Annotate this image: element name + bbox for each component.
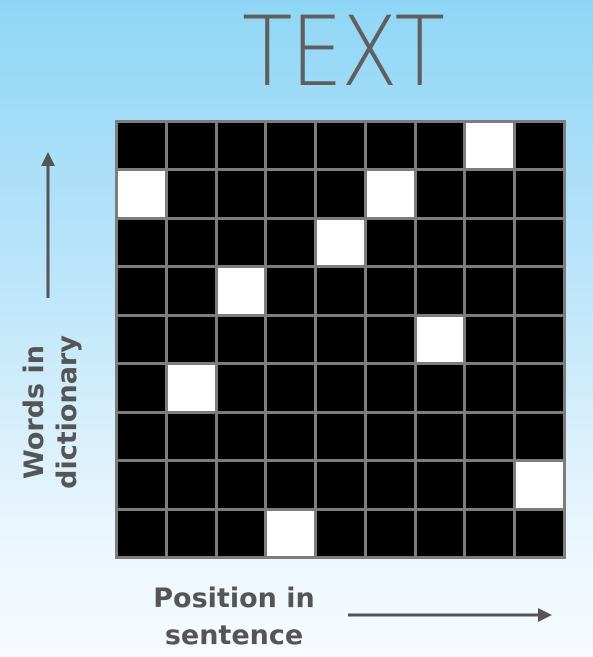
grid-cell: [466, 219, 514, 266]
grid-cell: [416, 365, 464, 411]
grid-cell: [317, 462, 364, 508]
grid-cell: [217, 171, 265, 217]
grid-cell: [416, 219, 464, 266]
grid-cell: [167, 413, 215, 460]
grid-cell: [217, 365, 265, 411]
grid-cell: [167, 123, 215, 169]
grid-cell: [516, 316, 563, 363]
grid-cell: [317, 171, 364, 217]
grid-cell: [118, 316, 165, 363]
right-arrow-icon: [348, 608, 552, 622]
grid-cell: [466, 462, 514, 508]
grid-cell: [317, 365, 364, 411]
grid-cell: [516, 365, 563, 411]
grid-cell: [317, 510, 364, 556]
grid-cell: [217, 462, 265, 508]
grid-cell: [267, 413, 315, 460]
grid-cell: [267, 219, 315, 266]
grid-cell: [167, 219, 215, 266]
grid-cell: [267, 462, 315, 508]
grid-cell: [416, 510, 464, 556]
grid-cell-active: [466, 123, 514, 169]
grid-cell: [217, 123, 265, 169]
grid-cell: [118, 365, 165, 411]
grid-cell: [466, 413, 514, 460]
grid-cell: [118, 413, 165, 460]
grid-cell: [466, 365, 514, 411]
grid-cell: [466, 268, 514, 314]
grid-cell: [516, 268, 563, 314]
grid-cell: [416, 268, 464, 314]
grid-cell-active: [167, 365, 215, 411]
grid-cell: [118, 219, 165, 266]
x-axis-label: Position in sentence: [134, 580, 334, 654]
grid-cell-active: [366, 171, 414, 217]
grid-cell: [167, 510, 215, 556]
grid-cell: [366, 365, 414, 411]
y-axis-label-line-1: Words in: [19, 345, 50, 479]
grid-cell: [416, 413, 464, 460]
grid-cell: [317, 413, 364, 460]
grid-cell: [267, 365, 315, 411]
grid-cell-active: [118, 171, 165, 217]
grid-cell: [516, 219, 563, 266]
grid-cell: [416, 462, 464, 508]
grid-cell: [167, 171, 215, 217]
grid-cell: [516, 171, 563, 217]
grid-cell: [366, 219, 414, 266]
up-arrow-icon: [41, 152, 55, 298]
grid-cell: [317, 316, 364, 363]
grid-cell: [217, 413, 265, 460]
grid-cell: [317, 268, 364, 314]
grid-cell-active: [217, 268, 265, 314]
grid-cell: [217, 219, 265, 266]
y-axis-label: Words in dictionary: [18, 282, 84, 542]
grid-cell: [167, 462, 215, 508]
grid-cell: [167, 316, 215, 363]
y-axis-label-line-2: dictionary: [52, 335, 83, 489]
grid-cell: [466, 510, 514, 556]
grid-cell-active: [416, 316, 464, 363]
grid-cell: [217, 510, 265, 556]
grid-cell: [366, 268, 414, 314]
grid-cell: [516, 123, 563, 169]
grid-cell: [466, 316, 514, 363]
grid-cell: [217, 316, 265, 363]
grid-cell: [118, 123, 165, 169]
grid-cell: [366, 316, 414, 363]
grid-cell: [516, 413, 563, 460]
title: TEXT: [241, 0, 445, 108]
grid-cell-active: [516, 462, 563, 508]
grid-cell-active: [267, 510, 315, 556]
grid-cell: [167, 268, 215, 314]
grid-cell: [416, 171, 464, 217]
grid-cell: [317, 123, 364, 169]
grid-cell: [416, 123, 464, 169]
grid-cell: [267, 123, 315, 169]
grid-cell-active: [317, 219, 364, 266]
grid-cell: [118, 462, 165, 508]
grid-cell: [366, 123, 414, 169]
grid-cell: [366, 462, 414, 508]
grid-cell: [516, 510, 563, 556]
grid-cell: [267, 316, 315, 363]
grid-cell: [366, 413, 414, 460]
x-axis-label-line-2: sentence: [164, 620, 304, 651]
grid-cell: [267, 171, 315, 217]
grid-cell: [118, 510, 165, 556]
one-hot-grid: [115, 120, 566, 559]
grid-cell: [466, 171, 514, 217]
grid-cell: [366, 510, 414, 556]
grid-cell: [267, 268, 315, 314]
grid-cell: [118, 268, 165, 314]
x-axis-label-line-1: Position in: [153, 583, 315, 614]
